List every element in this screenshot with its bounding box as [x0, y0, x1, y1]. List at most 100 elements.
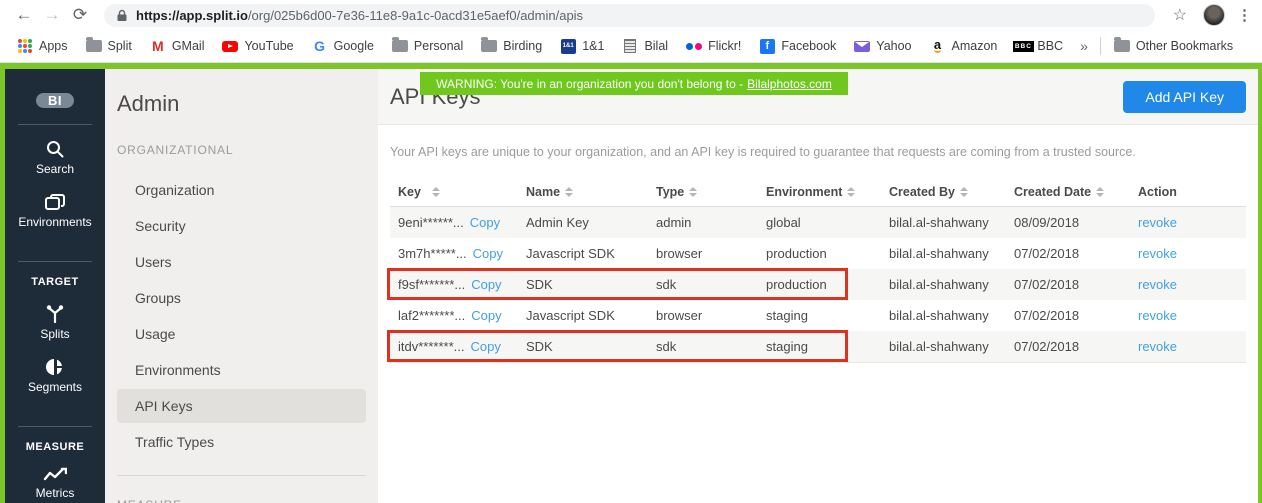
key-type: browser	[648, 308, 758, 323]
nav-item-users[interactable]: Users	[117, 245, 366, 279]
bookmark-label: BBC	[1037, 39, 1063, 53]
copy-link[interactable]: Copy	[471, 277, 501, 292]
nav-item-groups[interactable]: Groups	[117, 281, 366, 315]
bookmark-google[interactable]: G Google	[303, 38, 383, 54]
table-row: 9eni******...Copy Admin Key admin global…	[390, 207, 1246, 238]
key-created-date: 07/02/2018	[1006, 308, 1130, 323]
rail-item-metrics[interactable]: Metrics	[36, 467, 75, 500]
warning-org-link[interactable]: Bilalphotos.com	[747, 77, 832, 91]
bookmark-flickr[interactable]: Flickr!	[677, 38, 750, 54]
key-environment: production	[758, 246, 881, 261]
revoke-link[interactable]: revoke	[1138, 277, 1177, 292]
browser-profile-avatar[interactable]	[1203, 4, 1225, 26]
sort-icon[interactable]	[565, 187, 573, 197]
col-header-created-by[interactable]: Created By	[881, 185, 1006, 199]
key-created-by: bilal.al-shahwany	[881, 277, 1006, 292]
sort-icon[interactable]	[847, 187, 855, 197]
nav-item-environments[interactable]: Environments	[117, 353, 366, 387]
folder-icon	[1114, 38, 1130, 54]
bookmark-star-icon[interactable]: ☆	[1173, 5, 1187, 25]
nav-item-traffic-types[interactable]: Traffic Types	[117, 425, 366, 459]
api-key-masked: 3m7h*****...	[398, 246, 467, 261]
revoke-link[interactable]: revoke	[1138, 339, 1177, 354]
bookmark-split[interactable]: Split	[77, 38, 141, 54]
bookmark-facebook[interactable]: f Facebook	[750, 38, 845, 54]
sort-icon[interactable]	[1096, 187, 1104, 197]
nav-item-api-keys[interactable]: API Keys	[117, 389, 366, 423]
warning-text: WARNING: You're in an organization you d…	[436, 77, 743, 91]
section-organizational: ORGANIZATIONAL	[117, 143, 378, 157]
nav-item-security[interactable]: Security	[117, 209, 366, 243]
reload-icon[interactable]: ⟳	[66, 5, 94, 25]
amazon-icon: a	[930, 38, 946, 54]
bookmarks-overflow-icon[interactable]: »	[1072, 38, 1096, 54]
other-bookmarks[interactable]: Other Bookmarks	[1105, 38, 1242, 54]
rail-item-splits[interactable]: Splits	[40, 302, 69, 341]
split-app-page: BI Search Environments TARGET Splits	[0, 63, 1262, 503]
bookmark-yahoo[interactable]: Yahoo	[845, 38, 920, 54]
bookmark-label: Bilal	[644, 39, 668, 53]
back-icon[interactable]: ←	[10, 5, 38, 25]
bookmark-bbc[interactable]: BBC BBC	[1006, 38, 1072, 54]
table-row-highlighted: f9sf*******...Copy SDK sdk production bi…	[390, 269, 1246, 300]
bookmark-bilal[interactable]: Bilal	[613, 38, 677, 54]
rail-divider	[18, 124, 92, 125]
key-created-by: bilal.al-shahwany	[881, 339, 1006, 354]
rail-item-label: Splits	[40, 327, 69, 341]
rail-item-label: Segments	[28, 380, 82, 394]
rail-item-segments[interactable]: Segments	[28, 357, 82, 394]
search-icon	[45, 139, 65, 159]
environments-layers-icon	[44, 192, 66, 212]
col-header-type[interactable]: Type	[648, 185, 758, 199]
bookmark-label: Apps	[39, 39, 68, 53]
bookmark-amazon[interactable]: a Amazon	[921, 38, 1007, 54]
copy-link[interactable]: Copy	[470, 215, 500, 230]
bookmark-1and1[interactable]: 1&1 1&1	[551, 38, 613, 54]
copy-link[interactable]: Copy	[473, 246, 503, 261]
forward-icon[interactable]: →	[38, 5, 66, 25]
gmail-icon: M	[150, 38, 166, 54]
bookmark-label: Birding	[503, 39, 542, 53]
org-avatar[interactable]: BI	[36, 93, 74, 108]
bookmark-label: GMail	[172, 39, 205, 53]
rail-item-environments[interactable]: Environments	[18, 192, 91, 229]
key-type: browser	[648, 246, 758, 261]
browser-menu-icon[interactable]: ⋮	[1237, 6, 1252, 24]
bookmark-apps[interactable]: Apps	[8, 38, 77, 54]
copy-link[interactable]: Copy	[471, 308, 501, 323]
bookmark-gmail[interactable]: M GMail	[141, 38, 214, 54]
key-created-by: bilal.al-shahwany	[881, 246, 1006, 261]
page-description: Your API keys are unique to your organiz…	[390, 145, 1246, 159]
nav-item-usage[interactable]: Usage	[117, 317, 366, 351]
col-header-name[interactable]: Name	[518, 185, 648, 199]
sort-icon[interactable]	[689, 187, 697, 197]
revoke-link[interactable]: revoke	[1138, 215, 1177, 230]
bookmark-youtube[interactable]: YouTube	[213, 38, 302, 54]
segments-icon	[45, 357, 65, 377]
document-icon	[622, 38, 638, 54]
key-name: Admin Key	[518, 215, 648, 230]
rail-section-measure: MEASURE	[26, 441, 85, 453]
table-header-row: Key Name Type Environment Created By Cre…	[390, 177, 1246, 207]
nav-item-organization[interactable]: Organization	[117, 173, 366, 207]
col-header-created-date[interactable]: Created Date	[1006, 185, 1130, 199]
key-name: SDK	[518, 339, 648, 354]
rail-item-search[interactable]: Search	[36, 139, 74, 176]
bookmark-birding[interactable]: Birding	[472, 38, 551, 54]
sort-icon[interactable]	[432, 187, 440, 197]
url-path: /org/025b6d00-7e36-11e8-9a1c-0acd31e5aef…	[248, 8, 583, 23]
col-header-environment[interactable]: Environment	[758, 185, 881, 199]
bookmark-personal[interactable]: Personal	[383, 38, 472, 54]
copy-link[interactable]: Copy	[470, 339, 500, 354]
bookmark-label: Personal	[414, 39, 463, 53]
key-environment: staging	[758, 308, 881, 323]
col-header-key[interactable]: Key	[390, 185, 518, 199]
address-bar[interactable]: https://app.split.io/org/025b6d00-7e36-1…	[104, 4, 1155, 27]
sort-icon[interactable]	[960, 187, 968, 197]
browser-toolbar: ← → ⟳ https://app.split.io/org/025b6d00-…	[0, 0, 1262, 30]
add-api-key-button[interactable]: Add API Key	[1123, 81, 1246, 113]
revoke-link[interactable]: revoke	[1138, 308, 1177, 323]
admin-nav-divider	[117, 475, 366, 476]
apps-grid-icon	[17, 38, 33, 54]
revoke-link[interactable]: revoke	[1138, 246, 1177, 261]
